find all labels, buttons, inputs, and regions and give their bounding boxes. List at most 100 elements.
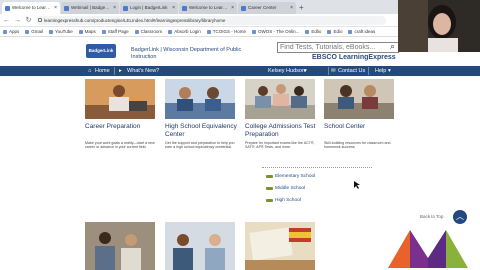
card-description: Make your work goals a reality—start a n… bbox=[85, 141, 155, 150]
nav-divider bbox=[114, 67, 115, 75]
back-arrow-icon[interactable]: ← bbox=[3, 17, 10, 24]
school-center-image[interactable] bbox=[324, 79, 394, 119]
bookmark-label: Maps bbox=[84, 29, 96, 34]
submenu-item-middle[interactable]: Middle School bbox=[266, 186, 305, 191]
folder-icon bbox=[348, 29, 353, 34]
card-description: Get the support and preparation to help … bbox=[165, 141, 235, 150]
bookmark-item[interactable]: OWOS - The Onlin... bbox=[251, 29, 300, 34]
card-image-row2[interactable] bbox=[165, 222, 235, 270]
close-icon[interactable]: × bbox=[290, 2, 293, 14]
study-group-photo bbox=[165, 222, 235, 270]
site-favicon-icon bbox=[123, 5, 128, 11]
close-icon[interactable]: × bbox=[54, 2, 57, 14]
url-field[interactable]: learningexpresshub.com/productengine/LEL… bbox=[36, 15, 386, 25]
bookmark-item[interactable]: craft ideas bbox=[348, 29, 375, 34]
bookmark-label: Gmail bbox=[31, 29, 44, 34]
browser-tab[interactable]: Career Center × bbox=[238, 2, 296, 14]
submenu-item-elementary[interactable]: Elementary School bbox=[266, 174, 315, 179]
forward-arrow-icon[interactable]: → bbox=[14, 17, 21, 24]
site-favicon-icon bbox=[64, 5, 69, 11]
bookmark-item[interactable]: Edio bbox=[327, 29, 342, 34]
college-admissions-image[interactable] bbox=[245, 79, 315, 119]
mail-icon[interactable]: ✉ bbox=[331, 66, 336, 76]
mouse-cursor-icon bbox=[354, 181, 360, 189]
card-description: Skill-building resources for classroom a… bbox=[324, 141, 391, 150]
reload-icon[interactable]: ↻ bbox=[25, 16, 32, 24]
nav-contact[interactable]: Contact Us bbox=[338, 66, 365, 76]
submenu-label: Elementary School bbox=[275, 174, 316, 179]
bookmark-label: craft ideas bbox=[354, 29, 376, 34]
bookmark-item[interactable]: YouTube bbox=[49, 29, 73, 34]
career-prep-image[interactable] bbox=[85, 79, 155, 119]
lock-icon bbox=[38, 17, 42, 22]
school-photo bbox=[324, 79, 394, 119]
tab-label: Career Center bbox=[248, 5, 277, 10]
card-image-row2[interactable] bbox=[85, 222, 155, 270]
nav-whats-new[interactable]: What's New? bbox=[127, 66, 159, 76]
pencil-icon bbox=[266, 187, 273, 190]
bookmark-icon bbox=[206, 29, 211, 34]
apps-grid-icon bbox=[3, 29, 7, 34]
bookmark-item[interactable]: Staff Page bbox=[101, 29, 129, 34]
college-photo bbox=[245, 79, 315, 119]
bookmark-item[interactable]: Maps bbox=[78, 29, 96, 34]
card-title[interactable]: College Admissions Test Preparation bbox=[245, 123, 323, 138]
main-nav: ⌂ Home ▸ What's New? Kelsey Hudson ▾ ✉ C… bbox=[0, 66, 480, 76]
browser-tab[interactable]: Login | BadgerLink × bbox=[120, 2, 178, 14]
tab-label: Welcome to LearningExpress bbox=[189, 5, 229, 10]
submenu-item-high[interactable]: High School bbox=[266, 198, 301, 203]
maps-icon bbox=[78, 29, 83, 34]
card-description: Prepare for important exams like the ACT… bbox=[245, 141, 315, 150]
info-icon[interactable]: ▸ bbox=[119, 66, 122, 76]
webcam-video bbox=[398, 0, 480, 52]
bookmark-item[interactable]: Apps bbox=[3, 29, 19, 34]
nav-user[interactable]: Kelsey Hudson bbox=[268, 66, 305, 76]
nav-help[interactable]: Help bbox=[375, 66, 386, 76]
presenter-video bbox=[398, 0, 480, 52]
card-title[interactable]: High School Equivalency Center bbox=[165, 123, 243, 138]
bookmark-icon bbox=[101, 29, 106, 34]
bookmark-icon bbox=[251, 29, 256, 34]
school-center-submenu: Elementary School Middle School High Sch… bbox=[262, 167, 372, 211]
chevron-down-icon[interactable]: ▾ bbox=[304, 66, 307, 76]
bookmark-label: TCOIGS - Home bbox=[212, 29, 246, 34]
browser-tab[interactable]: Welcome to LearningExpress× bbox=[2, 2, 60, 14]
bookmark-label: Edio bbox=[333, 29, 343, 34]
browser-tab[interactable]: Welcome to LearningExpress× bbox=[179, 2, 237, 14]
home-icon[interactable]: ⌂ bbox=[88, 66, 91, 76]
hse-center-image[interactable] bbox=[165, 79, 235, 119]
bookmark-icon bbox=[168, 29, 173, 34]
nav-home[interactable]: Home bbox=[95, 66, 110, 76]
screen: Welcome to LearningExpress× Webmail | Ba… bbox=[0, 0, 480, 270]
bookmark-label: OWOS - The Onlin... bbox=[257, 29, 300, 34]
bookmark-icon bbox=[134, 29, 139, 34]
bookmark-item[interactable]: Classroom bbox=[134, 29, 163, 34]
nav-divider bbox=[368, 67, 369, 75]
bookmark-item[interactable]: Absorb Login bbox=[168, 29, 201, 34]
browser-tab[interactable]: Webmail | BadgerLink × bbox=[61, 2, 119, 14]
bookmark-item[interactable]: Edlio bbox=[305, 29, 321, 34]
badgerlink-logo[interactable]: BadgerLink bbox=[86, 44, 116, 58]
card-image-row2[interactable] bbox=[245, 222, 315, 270]
tab-label: Welcome to LearningExpress bbox=[12, 5, 52, 10]
submenu-label: High School bbox=[275, 198, 301, 203]
bookmark-label: Classroom bbox=[140, 29, 163, 34]
card-title[interactable]: Career Preparation bbox=[85, 123, 163, 131]
bookmark-item[interactable]: Gmail bbox=[25, 29, 43, 34]
hse-photo bbox=[165, 79, 235, 119]
new-tab-button[interactable]: + bbox=[299, 2, 304, 14]
card-title[interactable]: School Center bbox=[324, 123, 402, 131]
close-icon[interactable]: × bbox=[231, 2, 234, 14]
search-icon[interactable]: ⌕ bbox=[390, 41, 395, 52]
submenu-label: Middle School bbox=[275, 186, 306, 191]
org-name-line: BadgerLink | Wisconsin Department of Pub… bbox=[131, 47, 242, 53]
brand-m-logo bbox=[388, 230, 468, 268]
bookmark-item[interactable]: TCOIGS - Home bbox=[206, 29, 246, 34]
close-icon[interactable]: × bbox=[113, 2, 116, 14]
search-input[interactable]: Find Tests, Tutorials, eBooks... bbox=[277, 42, 399, 53]
spanish-books-photo bbox=[245, 222, 315, 270]
chevron-down-icon[interactable]: ▾ bbox=[388, 66, 391, 76]
bookmark-label: Apps bbox=[9, 29, 20, 34]
close-icon[interactable]: × bbox=[172, 2, 175, 14]
bookmark-icon bbox=[327, 29, 332, 34]
